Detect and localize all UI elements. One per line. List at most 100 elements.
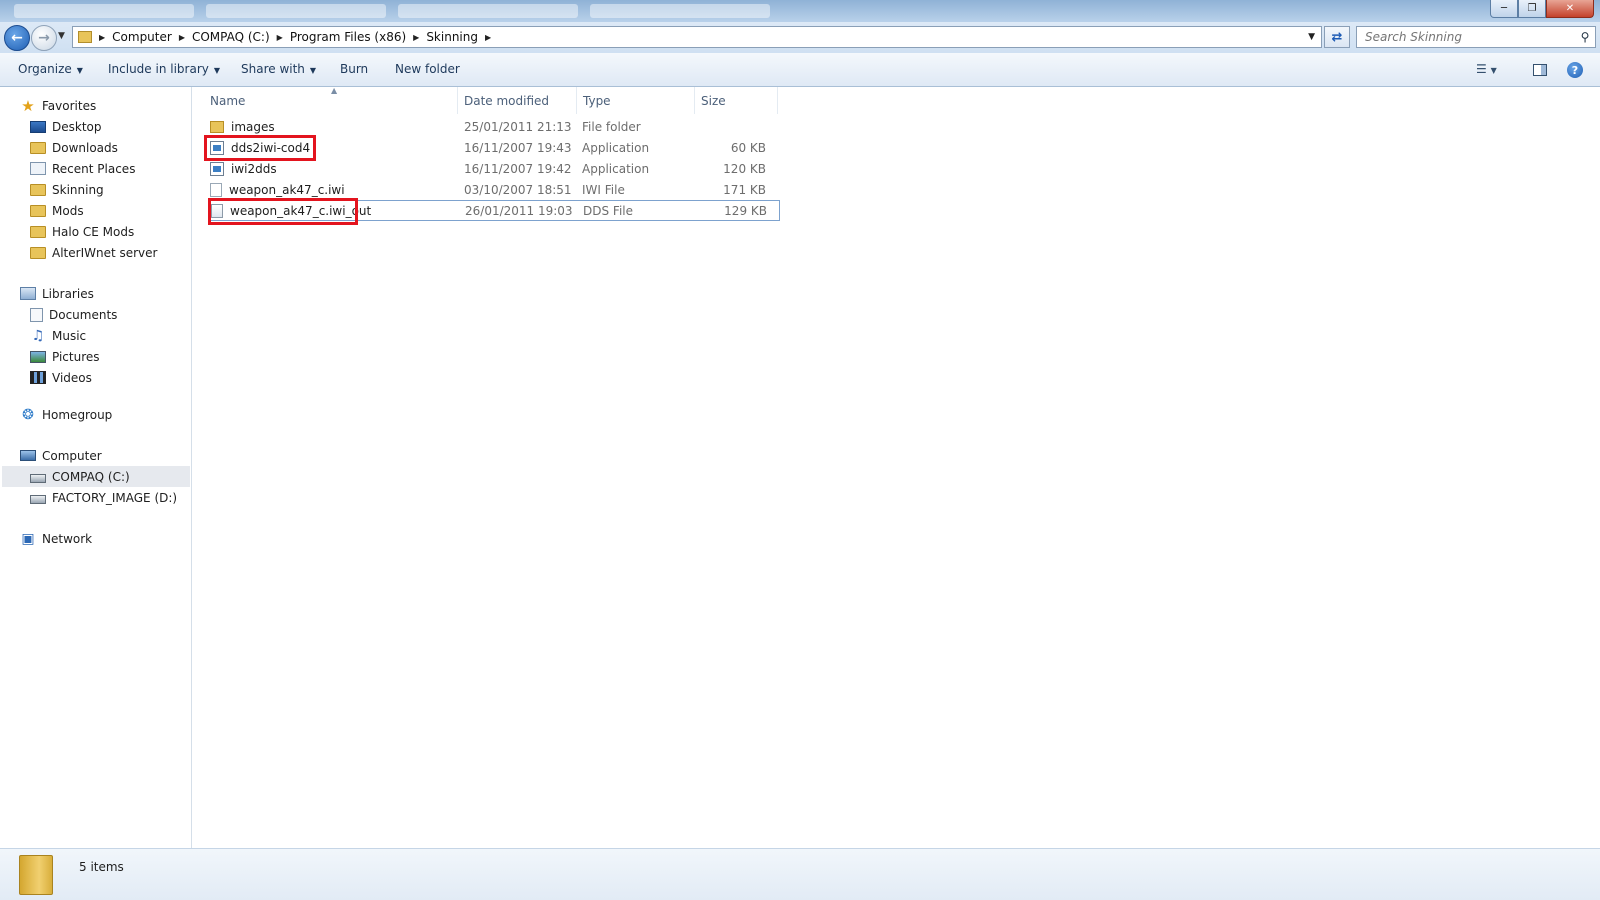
nav-item-alteriwnet-server[interactable]: AlterIWnet server	[30, 242, 157, 263]
nav-item-halo-ce-mods[interactable]: Halo CE Mods	[30, 221, 134, 242]
blurred-tab	[590, 4, 770, 18]
nav-libraries[interactable]: Libraries	[20, 283, 94, 304]
nav-item-videos[interactable]: Videos	[30, 367, 92, 388]
file-date: 26/01/2011 19:03	[465, 203, 573, 218]
view-list-icon: ☰	[1476, 62, 1487, 76]
address-bar[interactable]: ▶ Computer ▶ COMPAQ (C:) ▶ Program Files…	[72, 26, 1322, 48]
file-row[interactable]: dds2iwi-cod4 16/11/2007 19:43 Applicatio…	[210, 137, 780, 158]
nav-item-recent-places[interactable]: Recent Places	[30, 158, 135, 179]
navigation-pane: ★ Favorites Desktop Downloads Recent Plac…	[0, 87, 192, 848]
nav-item-music[interactable]: ♫ Music	[30, 325, 86, 346]
file-row[interactable]: weapon_ak47_c.iwi 03/10/2007 18:51 IWI F…	[210, 179, 780, 200]
caret-down-icon: ▼	[213, 66, 221, 75]
help-button[interactable]: ?	[1567, 62, 1583, 78]
arrow-left-icon: ←	[11, 30, 23, 46]
hard-drive-icon	[30, 494, 46, 504]
nav-item-label: Mods	[52, 203, 84, 218]
restore-icon: ❐	[1527, 3, 1537, 14]
chevron-right-icon[interactable]: ▶	[482, 33, 494, 42]
application-icon	[210, 140, 224, 155]
breadcrumb-computer[interactable]: Computer	[108, 30, 176, 44]
folder-icon	[30, 183, 46, 196]
file-date: 03/10/2007 18:51	[464, 182, 572, 197]
nav-homegroup[interactable]: ❂ Homegroup	[20, 404, 112, 425]
minimize-button[interactable]: ─	[1490, 0, 1518, 18]
window-controls: ─ ❐ ✕	[1490, 0, 1594, 18]
file-name-cell: weapon_ak47_c.iwi	[210, 179, 345, 200]
column-header-type[interactable]: Type	[577, 87, 695, 114]
chevron-right-icon[interactable]: ▶	[176, 33, 188, 42]
computer-icon	[20, 450, 36, 461]
nav-item-downloads[interactable]: Downloads	[30, 137, 118, 158]
column-header-label: Size	[701, 93, 726, 108]
folder-icon	[30, 204, 46, 217]
item-count: 5 items	[79, 860, 124, 874]
file-row[interactable]: iwi2dds 16/11/2007 19:42 Application 120…	[210, 158, 780, 179]
nav-item-label: AlterIWnet server	[52, 245, 158, 260]
nav-item-documents[interactable]: Documents	[30, 304, 117, 325]
organize-button[interactable]: Organize ▼	[18, 62, 83, 76]
file-icon	[210, 182, 222, 197]
share-with-button[interactable]: Share with ▼	[241, 62, 316, 76]
nav-item-desktop[interactable]: Desktop	[30, 116, 102, 137]
nav-computer-label: Computer	[42, 448, 102, 463]
address-dropdown-button[interactable]: ▼	[1308, 32, 1315, 42]
burn-button[interactable]: Burn	[340, 62, 368, 76]
recent-pages-button[interactable]: ▼	[58, 31, 65, 41]
column-header-date[interactable]: Date modified	[458, 87, 577, 114]
nav-computer[interactable]: Computer	[20, 445, 102, 466]
title-bar: ─ ❐ ✕	[0, 0, 1600, 22]
caret-down-icon: ▼	[1490, 66, 1497, 75]
file-row[interactable]: images 25/01/2011 21:13 File folder	[210, 116, 780, 137]
file-date: 16/11/2007 19:42	[464, 161, 572, 176]
breadcrumb-compaq-c[interactable]: COMPAQ (C:)	[188, 30, 274, 44]
include-in-library-button[interactable]: Include in library ▼	[108, 62, 220, 76]
nav-item-label: Recent Places	[52, 161, 136, 176]
file-name: iwi2dds	[231, 161, 277, 176]
search-box: ⚲	[1356, 26, 1596, 48]
column-header-label: Date modified	[464, 93, 550, 108]
caret-down-icon: ▼	[309, 66, 317, 75]
file-type: File folder	[582, 119, 641, 134]
folder-icon	[19, 855, 53, 895]
close-icon: ✕	[1565, 3, 1575, 14]
refresh-button[interactable]: ⇄	[1324, 26, 1350, 48]
nav-item-compaq-c[interactable]: COMPAQ (C:)	[2, 466, 190, 487]
file-size: 120 KB	[723, 161, 766, 176]
file-type: IWI File	[582, 182, 625, 197]
nav-item-skinning[interactable]: Skinning	[30, 179, 104, 200]
new-folder-button[interactable]: New folder	[395, 62, 460, 76]
breadcrumb-program-files[interactable]: Program Files (x86)	[286, 30, 410, 44]
nav-item-label: Skinning	[52, 182, 104, 197]
column-header-size[interactable]: Size	[695, 87, 778, 114]
file-type: Application	[582, 140, 650, 155]
close-button[interactable]: ✕	[1546, 0, 1594, 18]
chevron-right-icon[interactable]: ▶	[96, 33, 108, 42]
search-input[interactable]	[1363, 29, 1575, 45]
back-button[interactable]: ←	[4, 25, 30, 51]
nav-libraries-label: Libraries	[42, 286, 94, 301]
blurred-tab	[14, 4, 194, 18]
network-icon: ▣	[21, 530, 35, 547]
breadcrumb-skinning[interactable]: Skinning	[422, 30, 482, 44]
nav-item-factory-image-d[interactable]: FACTORY_IMAGE (D:)	[30, 487, 177, 508]
nav-favorites[interactable]: ★ Favorites	[20, 95, 96, 116]
maximize-button[interactable]: ❐	[1518, 0, 1546, 18]
search-icon[interactable]: ⚲	[1575, 30, 1595, 44]
forward-button[interactable]: →	[31, 25, 57, 51]
preview-pane-button[interactable]	[1533, 64, 1547, 76]
nav-favorites-label: Favorites	[42, 98, 97, 113]
file-name-cell: images	[210, 116, 275, 137]
chevron-right-icon[interactable]: ▶	[274, 33, 286, 42]
file-row[interactable]: weapon_ak47_c.iwi_out 26/01/2011 19:03 D…	[210, 200, 780, 221]
nav-network[interactable]: ▣ Network	[20, 528, 92, 549]
nav-item-mods[interactable]: Mods	[30, 200, 84, 221]
change-view-button[interactable]: ☰ ▼	[1476, 62, 1497, 76]
file-size: 129 KB	[724, 203, 767, 218]
refresh-icon: ⇄	[1331, 29, 1343, 45]
file-date: 25/01/2011 21:13	[464, 119, 572, 134]
chevron-right-icon[interactable]: ▶	[410, 33, 422, 42]
file-name-cell: dds2iwi-cod4	[210, 137, 310, 158]
nav-item-pictures[interactable]: Pictures	[30, 346, 100, 367]
file-date: 16/11/2007 19:43	[464, 140, 572, 155]
